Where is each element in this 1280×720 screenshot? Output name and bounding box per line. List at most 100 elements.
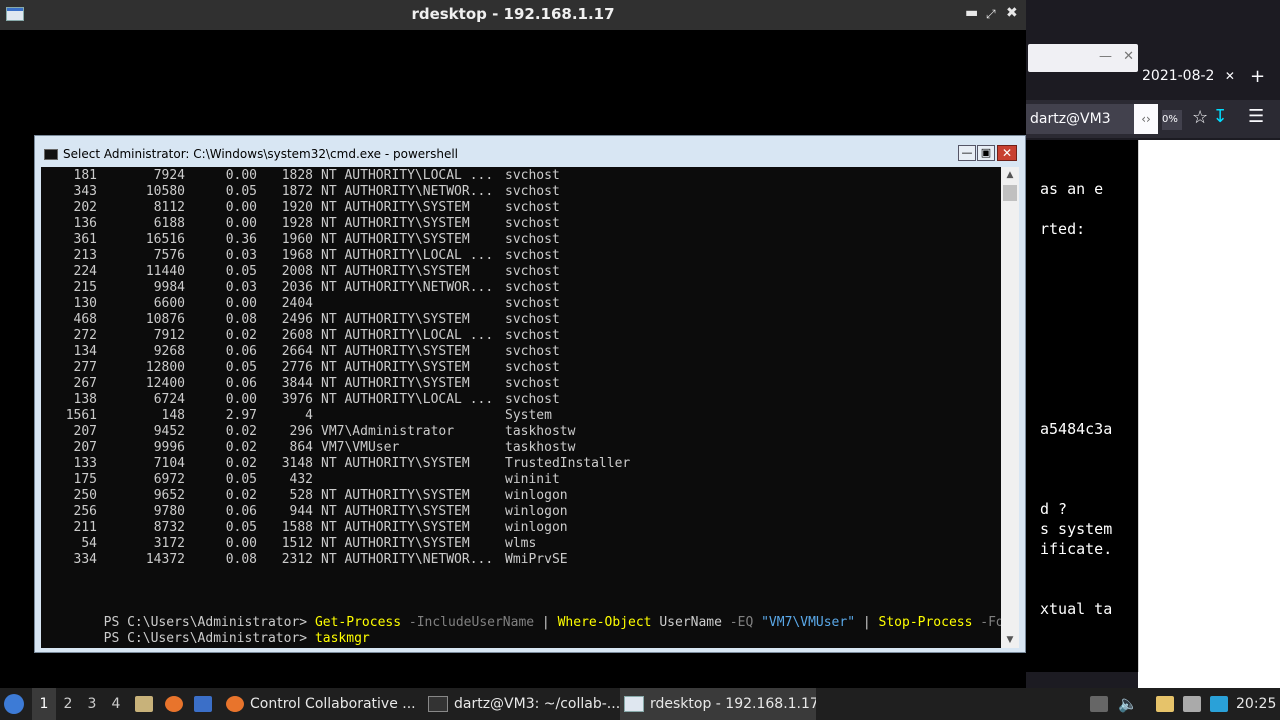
- process-cell: 0.02: [225, 424, 257, 439]
- process-cell: 0.02: [225, 440, 257, 455]
- desktop-icon[interactable]: [194, 696, 212, 712]
- taskbar-item-terminal[interactable]: dartz@VM3: ~/collab-...: [424, 688, 620, 720]
- process-cell: NT AUTHORITY\SYSTEM: [321, 376, 470, 391]
- minimize-button[interactable]: —: [958, 145, 976, 161]
- cmd-window: Select Administrator: C:\Windows\system3…: [34, 135, 1026, 653]
- process-cell: 334: [73, 552, 97, 567]
- background-browser-window: — ✕ 2021-08-2 ✕ + dartz@VM3 ‹› 0% ☆ ↧ ☰ …: [1026, 0, 1280, 688]
- process-cell: 0.05: [225, 520, 257, 535]
- download-icon[interactable]: ↧: [1210, 106, 1230, 127]
- process-cell: 6188: [153, 216, 185, 231]
- process-cell: 0.00: [225, 168, 257, 183]
- firefox-icon[interactable]: [165, 696, 183, 712]
- scroll-up-icon[interactable]: ▲: [1001, 167, 1019, 183]
- start-menu-icon[interactable]: [4, 688, 30, 720]
- parameter-token: -IncludeUserName: [401, 615, 535, 630]
- process-row: 130 6600 0.00 2404 svchost: [41, 296, 1001, 312]
- process-cell: 1588: [281, 520, 313, 535]
- process-cell: 12400: [145, 376, 185, 391]
- taskbar-item-firefox[interactable]: Control Collaborative ...: [222, 688, 418, 720]
- workspace-4[interactable]: 4: [104, 688, 128, 720]
- process-cell: WmiPrvSE: [505, 552, 568, 567]
- process-cell: NT AUTHORITY\NETWOR...: [321, 184, 494, 199]
- prompt-line: PS C:\Users\Administrator> Get-Process -…: [41, 599, 1001, 630]
- process-row: 133 7104 0.02 3148 NT AUTHORITY\SYSTEM Truste…: [41, 456, 1001, 472]
- nav-arrows-icon[interactable]: ‹›: [1134, 104, 1158, 134]
- process-cell: 0.00: [225, 392, 257, 407]
- process-row: 277 12800 0.05 2776 NT AUTHORITY\SYSTEM svcho…: [41, 360, 1001, 376]
- network-icon[interactable]: [1183, 696, 1201, 712]
- command-token: taskmgr: [314, 631, 370, 646]
- close-icon[interactable]: ✕: [1123, 49, 1134, 64]
- process-cell: 0.08: [225, 552, 257, 567]
- process-cell: 277: [73, 360, 97, 375]
- process-cell: 224: [73, 264, 97, 279]
- console-output[interactable]: 334 14372 0.08 2312 NT AUTHORITY\NETWOR... Wm…: [41, 167, 1001, 648]
- clipboard-icon[interactable]: [1156, 696, 1174, 712]
- string-token: "VM7\VMUser": [753, 615, 856, 630]
- tab-close-icon[interactable]: ✕: [1225, 69, 1235, 83]
- process-cell: wlms: [505, 536, 537, 551]
- process-row: 343 10580 0.05 1872 NT AUTHORITY\NETWOR... sv…: [41, 184, 1001, 200]
- process-cell: 54: [81, 536, 97, 551]
- minimize-icon[interactable]: —: [1099, 49, 1112, 64]
- prompt-line: PS C:\Users\Administrator> taskmgr: [41, 615, 370, 646]
- browser-inactive-window-strip[interactable]: — ✕: [1028, 44, 1138, 72]
- taskbar-item-rdesktop[interactable]: rdesktop - 192.168.1.17: [620, 688, 816, 720]
- browser-tab[interactable]: 2021-08-2 ✕: [1142, 68, 1235, 84]
- close-button[interactable]: ✕: [997, 145, 1017, 161]
- hamburger-menu-icon[interactable]: ☰: [1248, 106, 1264, 127]
- maximize-button[interactable]: ▣: [977, 145, 995, 161]
- process-cell: 0.02: [225, 328, 257, 343]
- command-token: Stop-Process: [878, 615, 973, 630]
- rdesktop-titlebar[interactable]: rdesktop - 192.168.1.17 ▬ ⤢ ✖: [0, 0, 1026, 30]
- close-icon[interactable]: ✖: [1006, 5, 1018, 21]
- process-cell: NT AUTHORITY\LOCAL ...: [321, 328, 494, 343]
- terminal-line: as an e: [1040, 180, 1104, 198]
- process-cell: 11440: [145, 264, 185, 279]
- process-cell: 2008: [281, 264, 313, 279]
- workspace-2[interactable]: 2: [56, 688, 80, 720]
- minimize-icon[interactable]: ▬: [965, 5, 978, 21]
- process-cell: 0.02: [225, 456, 257, 471]
- vertical-scrollbar[interactable]: ▲ ▼: [1001, 167, 1019, 648]
- process-cell: 0.05: [225, 184, 257, 199]
- process-cell: 3844: [281, 376, 313, 391]
- workspace-1[interactable]: 1: [32, 688, 56, 720]
- update-notifier-icon[interactable]: [1210, 696, 1228, 712]
- new-tab-button[interactable]: +: [1250, 66, 1265, 87]
- process-cell: 148: [161, 408, 185, 423]
- process-cell: NT AUTHORITY\NETWOR...: [321, 552, 494, 567]
- process-row: 272 7912 0.02 2608 NT AUTHORITY\LOCAL ... svc…: [41, 328, 1001, 344]
- process-cell: 3148: [281, 456, 313, 471]
- url-bar[interactable]: dartz@VM3: [1026, 104, 1136, 134]
- cmd-app-icon[interactable]: [44, 149, 58, 160]
- workspace-3[interactable]: 3: [80, 688, 104, 720]
- process-cell: 250: [73, 488, 97, 503]
- zoom-level[interactable]: 0%: [1162, 110, 1182, 130]
- bookmark-star-icon[interactable]: ☆: [1192, 107, 1208, 128]
- process-cell: 864: [289, 440, 313, 455]
- process-cell: svchost: [505, 280, 560, 295]
- browser-content: [1138, 140, 1280, 688]
- process-cell: 1561: [65, 408, 97, 423]
- process-cell: svchost: [505, 344, 560, 359]
- process-row: 138 6724 0.00 3976 NT AUTHORITY\LOCAL ... svc…: [41, 392, 1001, 408]
- scroll-down-icon[interactable]: ▼: [1001, 632, 1019, 648]
- scroll-thumb[interactable]: [1003, 185, 1017, 201]
- tray-up-icon[interactable]: [1090, 696, 1108, 712]
- process-cell: NT AUTHORITY\LOCAL ...: [321, 392, 494, 407]
- process-cell: 3976: [281, 392, 313, 407]
- process-cell: svchost: [505, 184, 560, 199]
- process-cell: 4: [305, 408, 313, 423]
- prompt-line[interactable]: PS C:\Users\Administrator>: [41, 631, 323, 648]
- maximize-icon[interactable]: ⤢: [986, 7, 996, 22]
- process-cell: 1512: [281, 536, 313, 551]
- clock[interactable]: 20:25: [1236, 688, 1276, 720]
- file-manager-icon[interactable]: [135, 696, 153, 712]
- process-cell: 0.36: [225, 232, 257, 247]
- volume-icon[interactable]: 🔈: [1118, 688, 1138, 720]
- process-cell: 1920: [281, 200, 313, 215]
- process-cell: NT AUTHORITY\SYSTEM: [321, 216, 470, 231]
- process-cell: svchost: [505, 216, 560, 231]
